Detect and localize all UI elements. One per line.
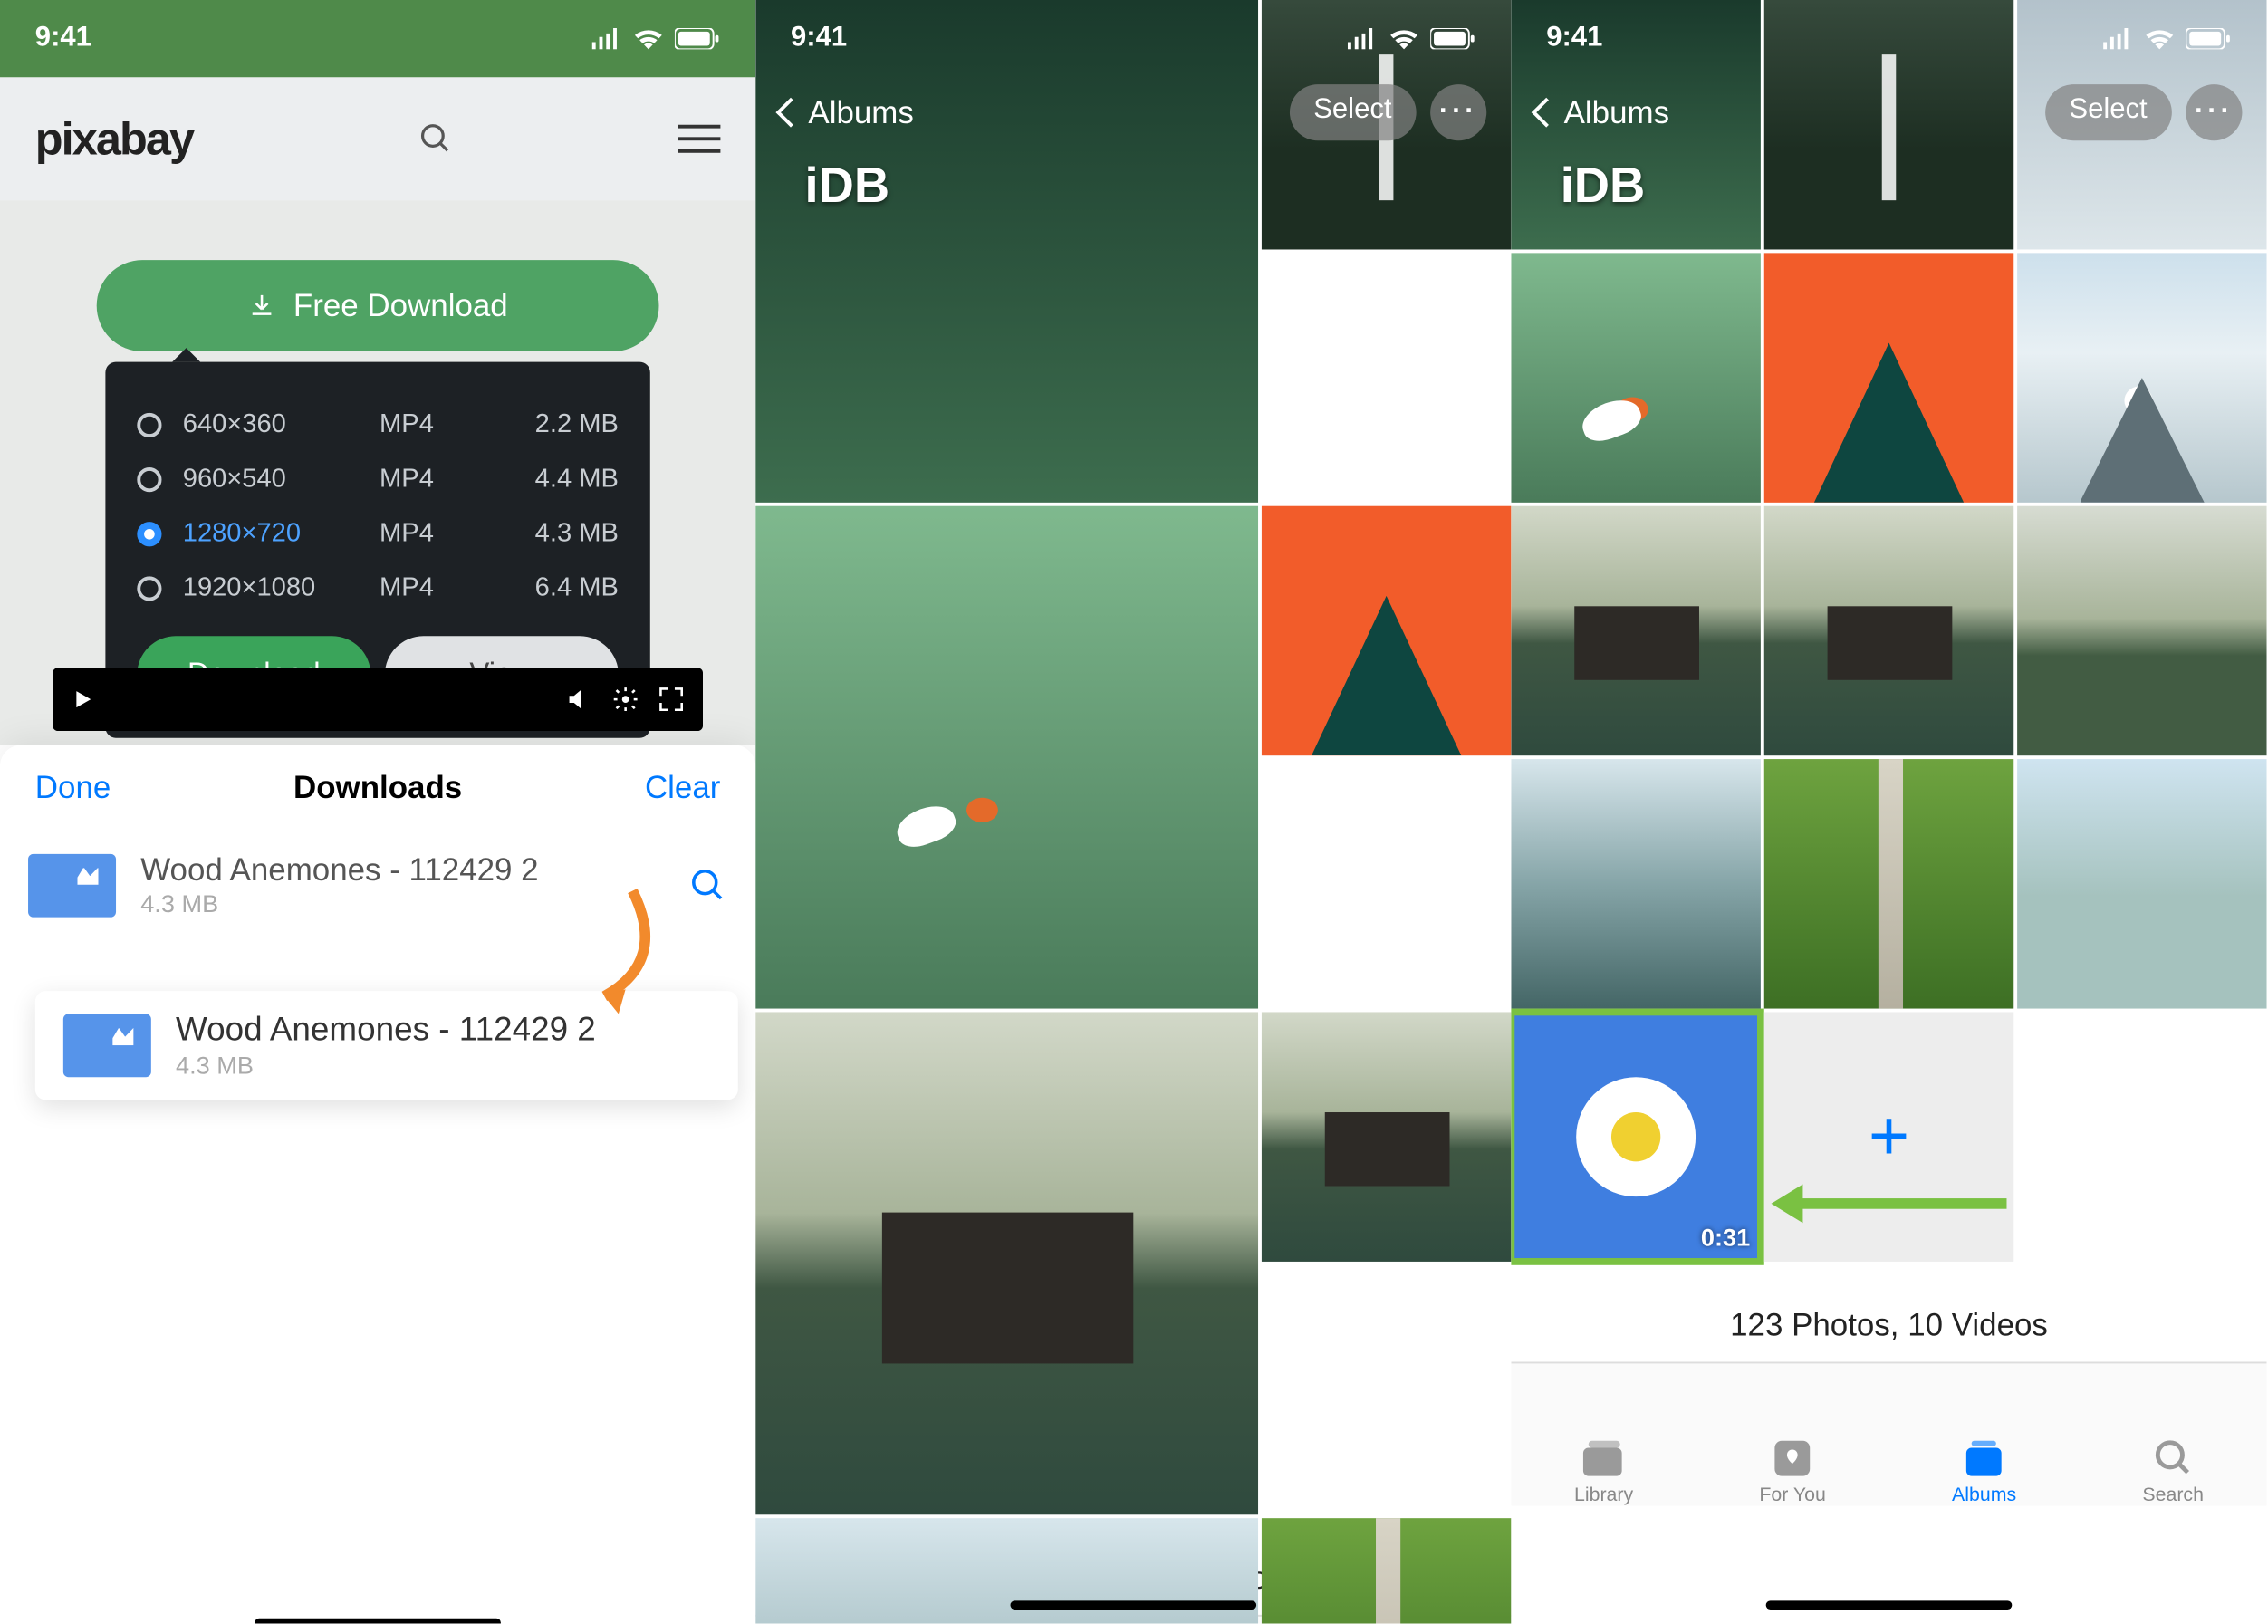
photo-cell[interactable] [755, 506, 1258, 1009]
select-button[interactable]: Select [1289, 84, 1417, 140]
home-indicator[interactable] [1766, 1600, 2013, 1610]
downloads-title: Downloads [293, 770, 462, 807]
arrow-annotation [1796, 1198, 2007, 1209]
photo-cell[interactable] [1262, 1518, 1511, 1623]
video-controls[interactable] [53, 668, 703, 731]
tab-albums[interactable]: Albums [1952, 1436, 2016, 1506]
radio-icon [137, 466, 161, 491]
new-video-cell[interactable]: 0:31 [1511, 1012, 1760, 1261]
tab-for-you[interactable]: For You [1759, 1436, 1826, 1506]
photo-cell[interactable] [1764, 253, 2013, 502]
play-icon[interactable] [71, 687, 95, 712]
pixabay-header: pixabay [0, 77, 755, 200]
tab-search[interactable]: Search [2142, 1436, 2204, 1506]
download-thumb [63, 1014, 151, 1077]
radio-icon [137, 575, 161, 600]
status-icons [591, 28, 721, 49]
photo-cell[interactable] [1764, 506, 2013, 755]
tab-library[interactable]: Library [1574, 1436, 1633, 1506]
photo-cell[interactable] [2017, 759, 2266, 1008]
status-bar: 9:41 [1511, 0, 2266, 77]
photo-cell[interactable] [1262, 506, 1511, 755]
photo-cell[interactable] [1764, 759, 2013, 1008]
status-bar: 9:41 [755, 0, 1511, 77]
photo-cell[interactable] [755, 1012, 1258, 1514]
photo-cell[interactable] [2017, 506, 2266, 755]
phone-photos-result: 9:41 Albums Select ··· iDB 0:31 [1511, 0, 2266, 1624]
chevron-left-icon [776, 98, 806, 128]
add-cell[interactable]: + [1764, 1012, 2013, 1261]
search-icon[interactable] [418, 121, 454, 157]
back-button[interactable]: Albums [1536, 94, 1670, 131]
radio-icon [137, 412, 161, 437]
photo-grid[interactable]: + Wood Anemones - 112429 24.3 MB + [755, 0, 1511, 1514]
photo-cell[interactable] [1511, 253, 1760, 502]
free-download-button[interactable]: Free Download [97, 260, 659, 351]
done-button[interactable]: Done [35, 770, 111, 807]
select-button[interactable]: Select [2044, 84, 2172, 140]
clear-button[interactable]: Clear [645, 770, 720, 807]
photo-cell[interactable] [1262, 1012, 1511, 1261]
resolution-option[interactable]: 960×540MP44.4 MB [137, 452, 619, 506]
menu-icon[interactable] [678, 125, 721, 153]
status-bar: 9:41 [0, 0, 755, 77]
fullscreen-icon[interactable] [658, 686, 686, 714]
settings-icon[interactable] [611, 686, 639, 714]
phone-pixabay: 9:41 pixabay Free Download 640×360MP42.2… [0, 0, 755, 1624]
resolution-option[interactable]: 1280×720MP44.3 MB [137, 506, 619, 561]
download-thumb [28, 853, 116, 917]
radio-icon [137, 521, 161, 545]
home-indicator[interactable] [1011, 1600, 1257, 1610]
photo-cell[interactable] [1511, 506, 1760, 755]
reveal-icon[interactable] [688, 865, 727, 904]
plus-icon: + [1869, 1098, 1909, 1177]
album-topbar: Albums Select ··· [755, 71, 1511, 155]
more-button[interactable]: ··· [2186, 84, 2242, 140]
phone-photos-drag: 9:41 Albums Select ··· iDB + [755, 0, 1511, 1624]
pixabay-logo[interactable]: pixabay [35, 111, 193, 166]
more-button[interactable]: ··· [1430, 84, 1486, 140]
resolution-option[interactable]: 1920×1080MP46.4 MB [137, 561, 619, 615]
downloads-sheet: Done Downloads Clear Wood Anemones - 112… [0, 745, 755, 1624]
volume-icon[interactable] [566, 686, 594, 714]
arrow-annotation [527, 882, 668, 1023]
album-title: iDB [1561, 159, 1646, 215]
video-duration: 0:31 [1701, 1223, 1750, 1251]
tab-bar: Library For You Albums Search [1511, 1362, 2266, 1506]
status-time: 9:41 [35, 23, 91, 54]
download-stage: Free Download 640×360MP42.2 MB 960×540MP… [0, 200, 755, 745]
photo-cell[interactable] [2017, 253, 2266, 502]
album-topbar: Albums Select ··· [1511, 71, 2266, 155]
back-button[interactable]: Albums [780, 94, 914, 131]
chevron-left-icon [1532, 98, 1562, 128]
resolution-option[interactable]: 640×360MP42.2 MB [137, 397, 619, 451]
photo-cell[interactable] [1511, 759, 1760, 1008]
album-summary: 123 Photos, 10 Videos [1511, 1262, 2266, 1362]
album-title: iDB [805, 159, 890, 215]
empty-cell [2017, 1012, 2266, 1261]
